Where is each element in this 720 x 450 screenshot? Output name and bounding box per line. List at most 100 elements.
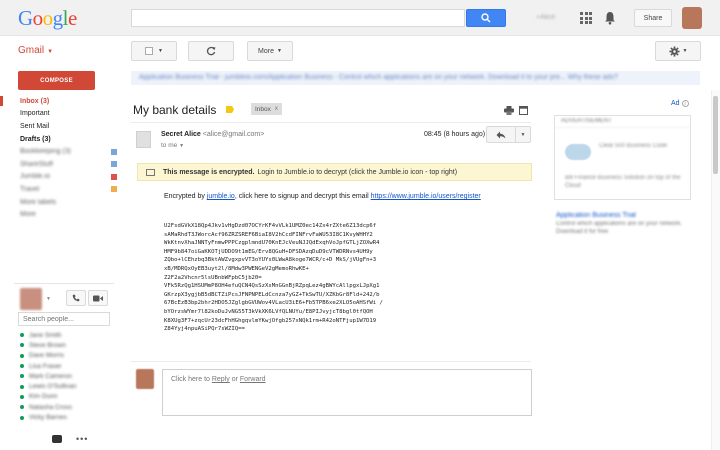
- checkbox-icon: [145, 47, 154, 55]
- chat-contact[interactable]: Dave Morris: [18, 351, 118, 361]
- apps-grid-icon[interactable]: [580, 12, 592, 24]
- online-status-dot: [20, 364, 24, 369]
- share-button[interactable]: Share: [634, 9, 672, 27]
- sidebar-item-inbox[interactable]: Inbox (3): [0, 95, 125, 108]
- open-in-new-window-icon[interactable]: [519, 106, 528, 115]
- chat-bubble-icon[interactable]: [52, 435, 62, 443]
- online-status-dot: [20, 374, 24, 379]
- gear-icon: [668, 45, 680, 57]
- sidebar-ad-link[interactable]: Application Business Trial: [556, 212, 696, 220]
- online-status-dot: [20, 333, 24, 338]
- chevron-down-icon[interactable]: ▼: [46, 296, 51, 302]
- ad-card-title: Clear 500 Business Code: [599, 143, 668, 149]
- top-bar: Google +Alice Share: [0, 0, 720, 36]
- notifications-bell-icon[interactable]: [604, 11, 616, 25]
- ciphertext-block: U2FsdGVkX18Qp4Jkv1vHgDzd07OCYrKF4vVLk1UM…: [164, 223, 383, 333]
- sidebar-item-label-1[interactable]: Bookkeeping (3): [0, 145, 125, 158]
- sidebar-item-more[interactable]: More: [0, 208, 125, 221]
- forward-link[interactable]: Forward: [240, 376, 266, 383]
- account-avatar[interactable]: [682, 7, 702, 29]
- search-button[interactable]: [466, 9, 506, 27]
- close-icon[interactable]: x: [275, 106, 278, 112]
- sidebar-item-drafts[interactable]: Drafts (3): [0, 133, 125, 146]
- settings-button[interactable]: ▼: [655, 41, 701, 61]
- chat-contact-list: Jane Smith Steve Brown Dave Morris Lisa …: [18, 330, 118, 423]
- user-name-link[interactable]: +Alice: [536, 14, 555, 21]
- chevron-down-icon: ▼: [682, 48, 688, 54]
- label-color-swatch: [111, 173, 117, 180]
- online-status-dot: [20, 405, 24, 410]
- sender-avatar[interactable]: [136, 131, 151, 148]
- reply-button[interactable]: [486, 126, 516, 143]
- video-call-button[interactable]: [88, 290, 108, 306]
- chat-contact[interactable]: Mark Cameron: [18, 371, 118, 381]
- jumble-link[interactable]: jumble.io: [207, 193, 235, 200]
- sidebar-item-label-4[interactable]: Travel: [0, 183, 125, 196]
- divider: [131, 122, 531, 123]
- chevron-down-icon: ▼: [277, 48, 282, 54]
- chevron-down-icon: ▼: [158, 48, 163, 54]
- encryption-notice-banner: This message is encrypted. Login to Jumbl…: [137, 163, 532, 181]
- sidebar-ad-card[interactable]: ADVERTISEMENT Clear 500 Business Code Bi…: [554, 115, 691, 200]
- ad-card-header: ADVERTISEMENT: [555, 116, 690, 128]
- sidebar-ad-description: Control which applications are on your n…: [556, 221, 683, 235]
- sender-line[interactable]: Secret Alice <alice@gmail.com>: [161, 131, 264, 138]
- my-avatar: [136, 369, 154, 389]
- info-icon[interactable]: i: [681, 100, 689, 107]
- sidebar-item-label-2[interactable]: ShareStuff: [0, 158, 125, 171]
- refresh-button[interactable]: [188, 41, 234, 61]
- chat-self-avatar[interactable]: [20, 288, 42, 310]
- gmail-menu[interactable]: Gmail ▼: [18, 45, 53, 56]
- ad-card-text: Bill Finance Business Solution on top of…: [565, 175, 681, 189]
- importance-marker-icon[interactable]: [226, 106, 234, 113]
- search-input[interactable]: [131, 9, 465, 27]
- chevron-down-icon: ▼: [47, 49, 54, 55]
- divider: [131, 361, 531, 362]
- online-status-dot: [20, 343, 24, 348]
- select-checkbox-button[interactable]: ▼: [131, 41, 177, 61]
- online-status-dot: [20, 415, 24, 420]
- reply-link[interactable]: Reply: [212, 376, 230, 383]
- more-options-dropdown[interactable]: ▼: [515, 126, 531, 143]
- cloud-icon: [565, 144, 591, 160]
- ad-label[interactable]: Ad i: [671, 100, 689, 107]
- reply-arrow-icon: [496, 131, 506, 138]
- video-camera-icon: [93, 295, 103, 301]
- chat-contact[interactable]: Lisa Fraser: [18, 361, 118, 371]
- chevron-down-icon: ▼: [520, 131, 526, 138]
- online-status-dot: [20, 394, 24, 399]
- message-box-icon: [146, 168, 155, 176]
- online-status-dot: [20, 384, 24, 389]
- search-people-input[interactable]: [18, 312, 110, 326]
- chevron-down-icon: ▼: [179, 143, 185, 149]
- register-link[interactable]: https://www.jumble.io/users/register: [371, 193, 481, 200]
- more-actions-button[interactable]: More ▼: [247, 41, 293, 61]
- sidebar-item-more-labels[interactable]: More labels: [0, 196, 125, 209]
- sidebar-item-label-3[interactable]: Jumble.io: [0, 171, 125, 184]
- inbox-label-chip[interactable]: Inbox x: [251, 103, 282, 115]
- promo-banner[interactable]: Application Business Trial - jumbleio.co…: [131, 71, 700, 85]
- sidebar-item-sent[interactable]: Sent Mail: [0, 120, 125, 133]
- print-icon[interactable]: [504, 106, 514, 115]
- chat-contact[interactable]: Kim Dunn: [18, 392, 118, 402]
- call-phone-button[interactable]: [66, 290, 86, 306]
- chat-contact[interactable]: Lewis O'Sullivan: [18, 381, 118, 391]
- chat-divider: [14, 283, 114, 284]
- search-icon: [481, 13, 491, 23]
- recipient-details-toggle[interactable]: to me ▼: [161, 142, 184, 149]
- compose-button[interactable]: COMPOSE: [18, 71, 95, 90]
- chat-contact[interactable]: Vicky Barnes: [18, 412, 118, 422]
- reply-compose-box[interactable]: Click here to Reply or Forward: [162, 369, 532, 416]
- chat-contact[interactable]: Steve Brown: [18, 340, 118, 350]
- label-color-swatch: [111, 161, 117, 168]
- chat-contact[interactable]: Jane Smith: [18, 330, 118, 340]
- star-icon[interactable]: ☆: [474, 129, 483, 140]
- online-status-dot: [20, 353, 24, 358]
- scrollbar-thumb[interactable]: [713, 96, 718, 174]
- more-dots-icon[interactable]: •••: [76, 434, 88, 444]
- folder-nav: Inbox (3) Important Sent Mail Drafts (3)…: [0, 95, 125, 221]
- google-logo[interactable]: Google: [18, 6, 77, 31]
- label-color-swatch: [111, 148, 117, 155]
- chat-contact[interactable]: Natasha Cross: [18, 402, 118, 412]
- sidebar-item-important[interactable]: Important: [0, 108, 125, 121]
